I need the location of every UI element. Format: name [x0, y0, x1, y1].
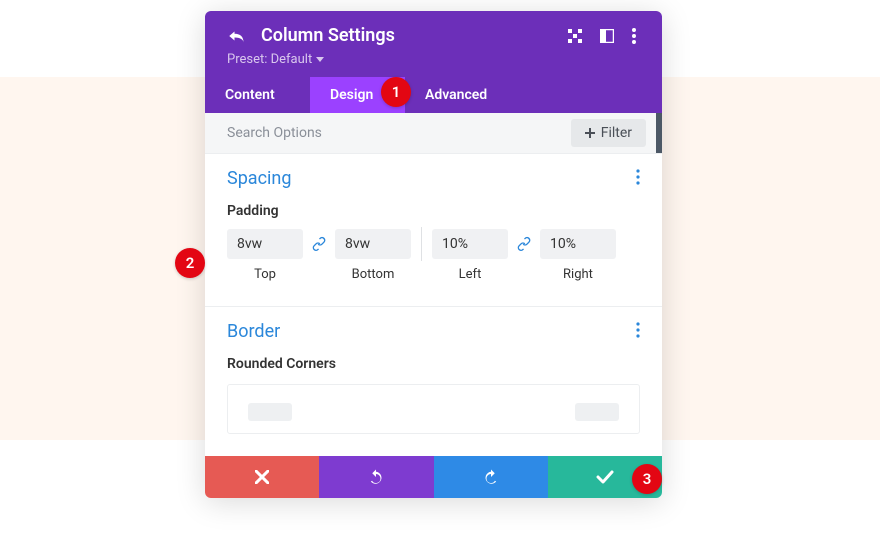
filter-label: Filter — [601, 125, 632, 141]
header-row: Column Settings — [227, 25, 640, 46]
padding-row: Top Bottom Left — [227, 229, 640, 282]
modal-header: Column Settings Preset: Default — [205, 11, 662, 77]
cancel-button[interactable] — [205, 456, 319, 498]
scrollbar[interactable] — [656, 113, 662, 153]
modal-title: Column Settings — [261, 25, 552, 46]
spacing-header: Spacing — [227, 168, 640, 189]
annotation-badge-3: 3 — [632, 464, 662, 494]
modal-footer — [205, 456, 662, 498]
vertical-divider — [421, 227, 422, 261]
close-icon — [255, 470, 269, 484]
search-input[interactable] — [205, 113, 571, 153]
corner-input-stub — [248, 403, 292, 421]
tab-bar: Content Design Advanced — [205, 77, 662, 113]
padding-top-label: Top — [254, 267, 276, 282]
padding-left-label: Left — [459, 267, 482, 282]
modal-body: Spacing Padding Top Bot — [205, 154, 662, 456]
link-vertical-icon[interactable] — [311, 236, 327, 256]
padding-horizontal-group: Left Right — [432, 229, 616, 282]
chevron-down-icon — [316, 57, 324, 62]
more-icon[interactable] — [632, 28, 636, 44]
border-header: Border — [227, 321, 640, 342]
preset-label: Preset: Default — [227, 52, 312, 67]
redo-button[interactable] — [434, 456, 548, 498]
plus-icon — [585, 128, 595, 138]
undo-button[interactable] — [319, 456, 433, 498]
annotation-badge-2: 2 — [175, 248, 205, 278]
tab-advanced[interactable]: Advanced — [405, 77, 507, 113]
border-options-icon[interactable] — [636, 322, 640, 342]
padding-right-label: Right — [563, 267, 593, 282]
padding-label: Padding — [227, 203, 640, 219]
spacing-options-icon[interactable] — [636, 169, 640, 189]
padding-left-input[interactable] — [432, 229, 508, 259]
annotation-badge-1: 1 — [381, 77, 411, 107]
padding-top-input[interactable] — [227, 229, 303, 259]
column-settings-modal: Column Settings Preset: Default Content … — [205, 11, 662, 498]
undo-icon — [367, 468, 385, 486]
border-section: Border Rounded Corners — [205, 307, 662, 456]
spacing-section: Spacing Padding Top Bot — [205, 154, 662, 307]
rounded-corners-control[interactable] — [227, 384, 640, 434]
corner-input-stub — [575, 403, 619, 421]
rounded-corners-label: Rounded Corners — [227, 356, 640, 372]
border-title[interactable]: Border — [227, 321, 280, 342]
panel-icon[interactable] — [600, 29, 614, 43]
link-horizontal-icon[interactable] — [516, 236, 532, 256]
expand-icon[interactable] — [568, 29, 582, 43]
back-icon[interactable] — [227, 29, 245, 43]
preset-dropdown[interactable]: Preset: Default — [227, 52, 640, 67]
padding-vertical-group: Top Bottom — [227, 229, 411, 282]
check-icon — [596, 470, 614, 484]
spacing-title[interactable]: Spacing — [227, 168, 291, 189]
filter-button[interactable]: Filter — [571, 119, 646, 147]
search-row: Filter — [205, 113, 662, 154]
padding-bottom-label: Bottom — [352, 267, 395, 282]
padding-bottom-input[interactable] — [335, 229, 411, 259]
tab-content[interactable]: Content — [205, 77, 310, 113]
padding-right-input[interactable] — [540, 229, 616, 259]
header-icon-group — [568, 28, 636, 44]
redo-icon — [482, 468, 500, 486]
